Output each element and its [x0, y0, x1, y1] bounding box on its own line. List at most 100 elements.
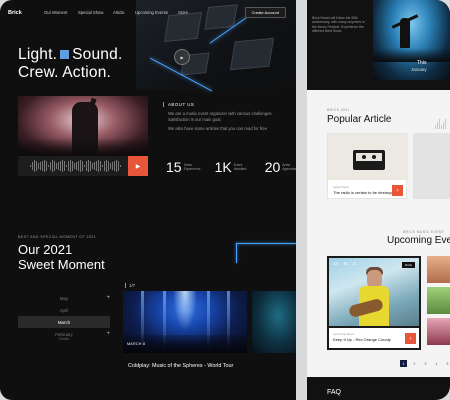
cassette-reel: [362, 155, 366, 159]
month-label: May: [59, 295, 69, 301]
waveform-bar: [72, 161, 73, 171]
nav-link-upcoming-events[interactable]: Upcoming Events: [135, 10, 168, 15]
waveform-bar: [46, 161, 47, 171]
waveform-bar: [90, 161, 91, 171]
thumbnail-image[interactable]: [427, 256, 450, 283]
slide-counter: 1/7: [125, 283, 135, 288]
moment-title-line-2: Sweet Moment: [18, 257, 105, 272]
thumbnail-image[interactable]: [427, 287, 450, 314]
deco-bar: [437, 122, 438, 129]
cassette-label: [356, 153, 382, 161]
plus-icon[interactable]: +: [106, 295, 110, 301]
month-item-march[interactable]: March: [18, 316, 110, 328]
stage-glow: [173, 291, 197, 331]
deco-bar: [441, 125, 442, 129]
neon-divider: [236, 243, 296, 244]
waveform-bar: [66, 164, 67, 168]
waveform-bar: [54, 161, 55, 171]
slide-caption[interactable]: Coldplay: Music of the Spheres - World T…: [128, 363, 233, 369]
article-image: [328, 134, 408, 180]
plus-icon[interactable]: +: [106, 331, 110, 337]
stat-artists: 20 Artist Agencies: [265, 159, 296, 175]
month-item-may[interactable]: May +: [18, 292, 110, 304]
event-title: Keep It Up - Rex Orange County: [333, 337, 391, 342]
event-image: 12K 4K 1K Rock: [329, 258, 419, 326]
waveform-bar: [48, 164, 49, 168]
waveform-bar: [96, 160, 97, 172]
month-label: March: [57, 319, 71, 325]
waveform-bar: [110, 163, 111, 169]
waveform-bar: [84, 164, 85, 168]
comments-count: 4K: [343, 262, 348, 266]
arrow-right-icon[interactable]: ›: [392, 185, 403, 196]
next-article-card[interactable]: [413, 133, 450, 199]
waveform-bar: [102, 164, 103, 168]
article-card[interactable]: Latest News The radio is certain to be d…: [327, 133, 408, 199]
banner-description: Brick Brand will follow the 50th anniver…: [312, 16, 365, 34]
waveform-bar: [120, 164, 121, 168]
play-icon[interactable]: ▶: [174, 49, 190, 65]
events-label: BRICK MUSIC EVENT: [403, 230, 445, 234]
moment-label: BEST AND SPECIAL MOMENT OF 2021: [18, 235, 97, 239]
nav-link-store[interactable]: Store: [178, 10, 188, 15]
stat-value: 20: [264, 159, 281, 175]
nav-link-special-show[interactable]: Special Show: [78, 10, 103, 15]
cube-shape: [229, 37, 275, 71]
stat-label: Years Experience: [183, 163, 201, 171]
waveform-bar: [88, 159, 89, 173]
page-button[interactable]: 4: [433, 360, 440, 367]
month-item-april[interactable]: April: [18, 304, 110, 316]
deco-bar: [439, 119, 440, 129]
nav-link-our-moment[interactable]: Our Moment: [44, 10, 67, 15]
moment-title: Our 2021 Sweet Moment: [18, 242, 105, 272]
event-footer: Upcoming Event Keep It Up - Rex Orange C…: [329, 328, 419, 348]
waveform-bar: [64, 161, 65, 171]
page-button[interactable]: 3: [422, 360, 429, 367]
page-button[interactable]: 5: [444, 360, 450, 367]
create-account-button[interactable]: Create Account: [244, 7, 286, 18]
page-button[interactable]: 2: [411, 360, 418, 367]
waveform-bar: [86, 161, 87, 171]
month-item-february[interactable]: February +: [18, 328, 110, 340]
waveform-bar: [44, 160, 45, 172]
waveform-bar: [50, 161, 51, 171]
brand-logo[interactable]: Brick: [8, 10, 22, 16]
waveform-bar: [38, 163, 39, 169]
about-label: ABOUT US: [163, 102, 283, 107]
shares-count: 1K: [352, 262, 357, 266]
waveform-bar: [30, 165, 31, 167]
waveform-bar: [92, 163, 93, 169]
waveform-bar: [62, 160, 63, 172]
about-section: ABOUT US We are a music event organizer …: [163, 102, 283, 132]
dark-landing-panel: ▶ Brick Our Moment Special Show Article …: [0, 0, 296, 400]
arrow-right-icon[interactable]: ›: [405, 333, 416, 344]
slide-date-tag: MARCH 8: [127, 342, 146, 346]
performer-silhouette: [400, 18, 410, 48]
stat-events: 1K Event Handled: [215, 159, 256, 175]
nav-link-article[interactable]: Article: [113, 10, 125, 15]
hero-word-sound: Sound.: [72, 46, 123, 63]
waveform-bars: [30, 159, 121, 173]
decorative-bars: [435, 119, 446, 129]
waveform-bar: [112, 162, 113, 170]
next-slide-photo[interactable]: [252, 291, 296, 353]
square-icon: [60, 50, 70, 59]
moment-title-line-1: Our 2021: [18, 242, 73, 257]
audio-player: ▶: [18, 156, 148, 176]
month-selector: May + April March February + Details: [18, 292, 110, 343]
neon-divider: [236, 243, 237, 263]
crowd-shadow: [18, 138, 148, 156]
stat-value: 1K: [214, 159, 232, 175]
waveform-bar: [82, 161, 83, 171]
concert-stage-photo[interactable]: MARCH 8: [123, 291, 247, 353]
page-button[interactable]: 1: [400, 360, 407, 367]
waveform-bar: [98, 160, 99, 172]
popular-title: Popular Article: [327, 114, 392, 125]
waveform-bar: [36, 161, 37, 171]
deco-bar: [443, 122, 444, 129]
event-card[interactable]: 12K 4K 1K Rock Upcoming Event Keep It Up…: [327, 256, 421, 350]
deco-bar: [445, 119, 446, 129]
thumbnail-image[interactable]: [427, 318, 450, 345]
play-button[interactable]: ▶: [128, 156, 148, 176]
top-dark-banner: Brick Brand will follow the 50th anniver…: [307, 0, 450, 90]
